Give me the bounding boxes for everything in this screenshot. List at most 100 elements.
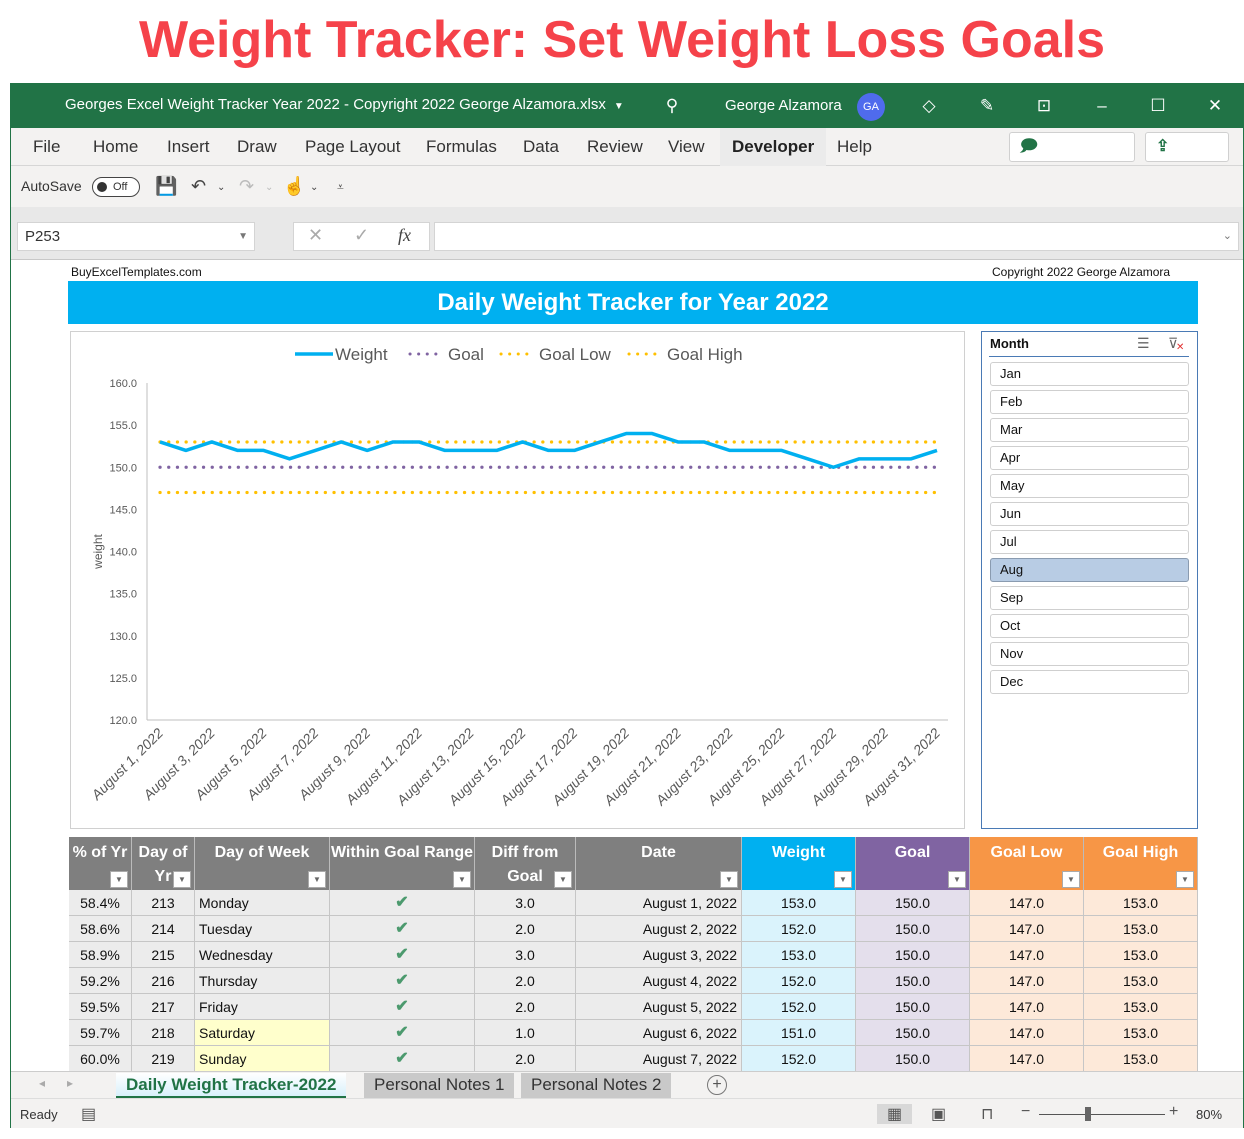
slicer-item-apr[interactable]: Apr (990, 446, 1189, 470)
table-cell[interactable]: 214 (132, 916, 195, 942)
ribbon-display-icon[interactable]: ⊡ (1031, 93, 1057, 119)
table-cell[interactable]: 59.5% (69, 994, 132, 1020)
customize-qat-icon[interactable]: ⩡ (337, 180, 344, 195)
slicer-item-feb[interactable]: Feb (990, 390, 1189, 414)
worksheet[interactable]: BuyExcelTemplates.com Copyright 2022 Geo… (11, 259, 1243, 1072)
table-cell[interactable]: 147.0 (970, 1046, 1084, 1072)
slicer-item-may[interactable]: May (990, 474, 1189, 498)
clear-filter-icon[interactable]: ⊽ ✕ (1168, 335, 1184, 353)
redo-icon[interactable]: ↷ (239, 176, 254, 197)
filter-dropdown-icon[interactable]: ▼ (834, 871, 852, 888)
touch-mode-icon[interactable]: ☝ (283, 176, 305, 197)
redo-dropdown-icon[interactable]: ⌄ (265, 182, 273, 193)
table-cell[interactable]: 150.0 (856, 942, 970, 968)
table-cell[interactable]: 58.9% (69, 942, 132, 968)
zoom-level[interactable]: 80% (1196, 1107, 1222, 1122)
tab-draw[interactable]: Draw (237, 137, 277, 157)
table-cell[interactable]: 2.0 (475, 1046, 576, 1072)
table-cell[interactable]: 147.0 (970, 1020, 1084, 1046)
filter-dropdown-icon[interactable]: ▼ (308, 871, 326, 888)
table-cell[interactable]: 147.0 (970, 942, 1084, 968)
zoom-out-icon[interactable]: − (1021, 1103, 1030, 1121)
table-cell[interactable]: Saturday (195, 1020, 330, 1046)
table-cell[interactable]: 219 (132, 1046, 195, 1072)
table-cell[interactable]: 151.0 (742, 1020, 856, 1046)
check-icon[interactable]: ✔ (330, 1046, 475, 1072)
table-cell[interactable]: 147.0 (970, 916, 1084, 942)
formula-input[interactable]: ⌄ (434, 222, 1239, 251)
slicer-item-aug[interactable]: Aug (990, 558, 1189, 582)
undo-icon[interactable]: ↶ (191, 176, 206, 197)
zoom-slider-thumb[interactable] (1085, 1107, 1091, 1121)
slicer-item-dec[interactable]: Dec (990, 670, 1189, 694)
check-icon[interactable]: ✔ (330, 942, 475, 968)
name-box-dropdown-icon[interactable]: ▼ (238, 223, 248, 251)
table-cell[interactable]: 58.6% (69, 916, 132, 942)
filter-dropdown-icon[interactable]: ▼ (948, 871, 966, 888)
accessibility-icon[interactable]: ▤ (81, 1104, 96, 1124)
table-cell[interactable]: 2.0 (475, 916, 576, 942)
table-cell[interactable]: 217 (132, 994, 195, 1020)
table-cell[interactable]: 150.0 (856, 994, 970, 1020)
filter-dropdown-icon[interactable]: ▼ (554, 871, 572, 888)
tab-help[interactable]: Help (837, 137, 872, 157)
cancel-icon[interactable]: ✕ (308, 225, 323, 246)
table-cell[interactable]: 150.0 (856, 1020, 970, 1046)
prev-sheet-icon[interactable]: ◂ (39, 1076, 45, 1090)
tab-page-layout[interactable]: Page Layout (305, 137, 400, 157)
slicer-item-oct[interactable]: Oct (990, 614, 1189, 638)
sheet-tab-daily-weight-tracker[interactable]: Daily Weight Tracker-2022 (116, 1073, 347, 1098)
table-cell[interactable]: 153.0 (742, 942, 856, 968)
table-cell[interactable]: 59.7% (69, 1020, 132, 1046)
insert-function-icon[interactable]: fx (398, 225, 411, 246)
table-cell[interactable]: 60.0% (69, 1046, 132, 1072)
slicer-item-nov[interactable]: Nov (990, 642, 1189, 666)
table-cell[interactable]: August 5, 2022 (576, 994, 742, 1020)
autosave-toggle[interactable]: Off (92, 177, 140, 197)
filter-dropdown-icon[interactable]: ▼ (1062, 871, 1080, 888)
filter-dropdown-icon[interactable]: ▼ (453, 871, 471, 888)
diamond-premium-icon[interactable]: ◇ (916, 93, 942, 119)
table-cell[interactable]: August 3, 2022 (576, 942, 742, 968)
table-cell[interactable]: 2.0 (475, 968, 576, 994)
tab-developer[interactable]: Developer (720, 128, 827, 166)
pen-icon[interactable]: ✎ (974, 93, 1000, 119)
search-icon[interactable]: ⚲ (659, 93, 685, 119)
table-cell[interactable]: Tuesday (195, 916, 330, 942)
minimize-icon[interactable]: – (1089, 93, 1115, 119)
slicer-item-sep[interactable]: Sep (990, 586, 1189, 610)
table-cell[interactable]: Friday (195, 994, 330, 1020)
table-cell[interactable]: 150.0 (856, 1046, 970, 1072)
table-cell[interactable]: Sunday (195, 1046, 330, 1072)
table-cell[interactable]: 152.0 (742, 968, 856, 994)
save-icon[interactable]: 💾 (155, 176, 177, 197)
table-cell[interactable]: 147.0 (970, 890, 1084, 916)
filter-dropdown-icon[interactable]: ▼ (110, 871, 128, 888)
avatar[interactable]: GA (857, 93, 885, 121)
close-icon[interactable]: ✕ (1202, 93, 1228, 119)
table-cell[interactable]: Monday (195, 890, 330, 916)
table-cell[interactable]: 218 (132, 1020, 195, 1046)
sheet-tab-personal-notes-1[interactable]: Personal Notes 1 (364, 1073, 515, 1098)
table-cell[interactable]: 3.0 (475, 890, 576, 916)
month-slicer[interactable]: Month ☰ ⊽ ✕ Jan Feb Mar Apr May Jun Jul Aug Sep Oc… (981, 331, 1198, 829)
table-cell[interactable]: 216 (132, 968, 195, 994)
table-cell[interactable]: 1.0 (475, 1020, 576, 1046)
table-cell[interactable]: August 2, 2022 (576, 916, 742, 942)
check-icon[interactable]: ✔ (330, 916, 475, 942)
slicer-item-mar[interactable]: Mar (990, 418, 1189, 442)
table-cell[interactable]: August 1, 2022 (576, 890, 742, 916)
table-cell[interactable]: 152.0 (742, 1046, 856, 1072)
slicer-item-jan[interactable]: Jan (990, 362, 1189, 386)
enter-icon[interactable]: ✓ (354, 225, 369, 246)
table-cell[interactable]: Thursday (195, 968, 330, 994)
table-cell[interactable]: 153.0 (1084, 994, 1198, 1020)
sheet-tab-personal-notes-2[interactable]: Personal Notes 2 (521, 1073, 672, 1098)
table-cell[interactable]: 152.0 (742, 994, 856, 1020)
filter-dropdown-icon[interactable]: ▼ (1176, 871, 1194, 888)
table-cell[interactable]: 150.0 (856, 890, 970, 916)
tab-formulas[interactable]: Formulas (426, 137, 497, 157)
table-cell[interactable]: August 6, 2022 (576, 1020, 742, 1046)
filter-dropdown-icon[interactable]: ▼ (720, 871, 738, 888)
slicer-item-jun[interactable]: Jun (990, 502, 1189, 526)
